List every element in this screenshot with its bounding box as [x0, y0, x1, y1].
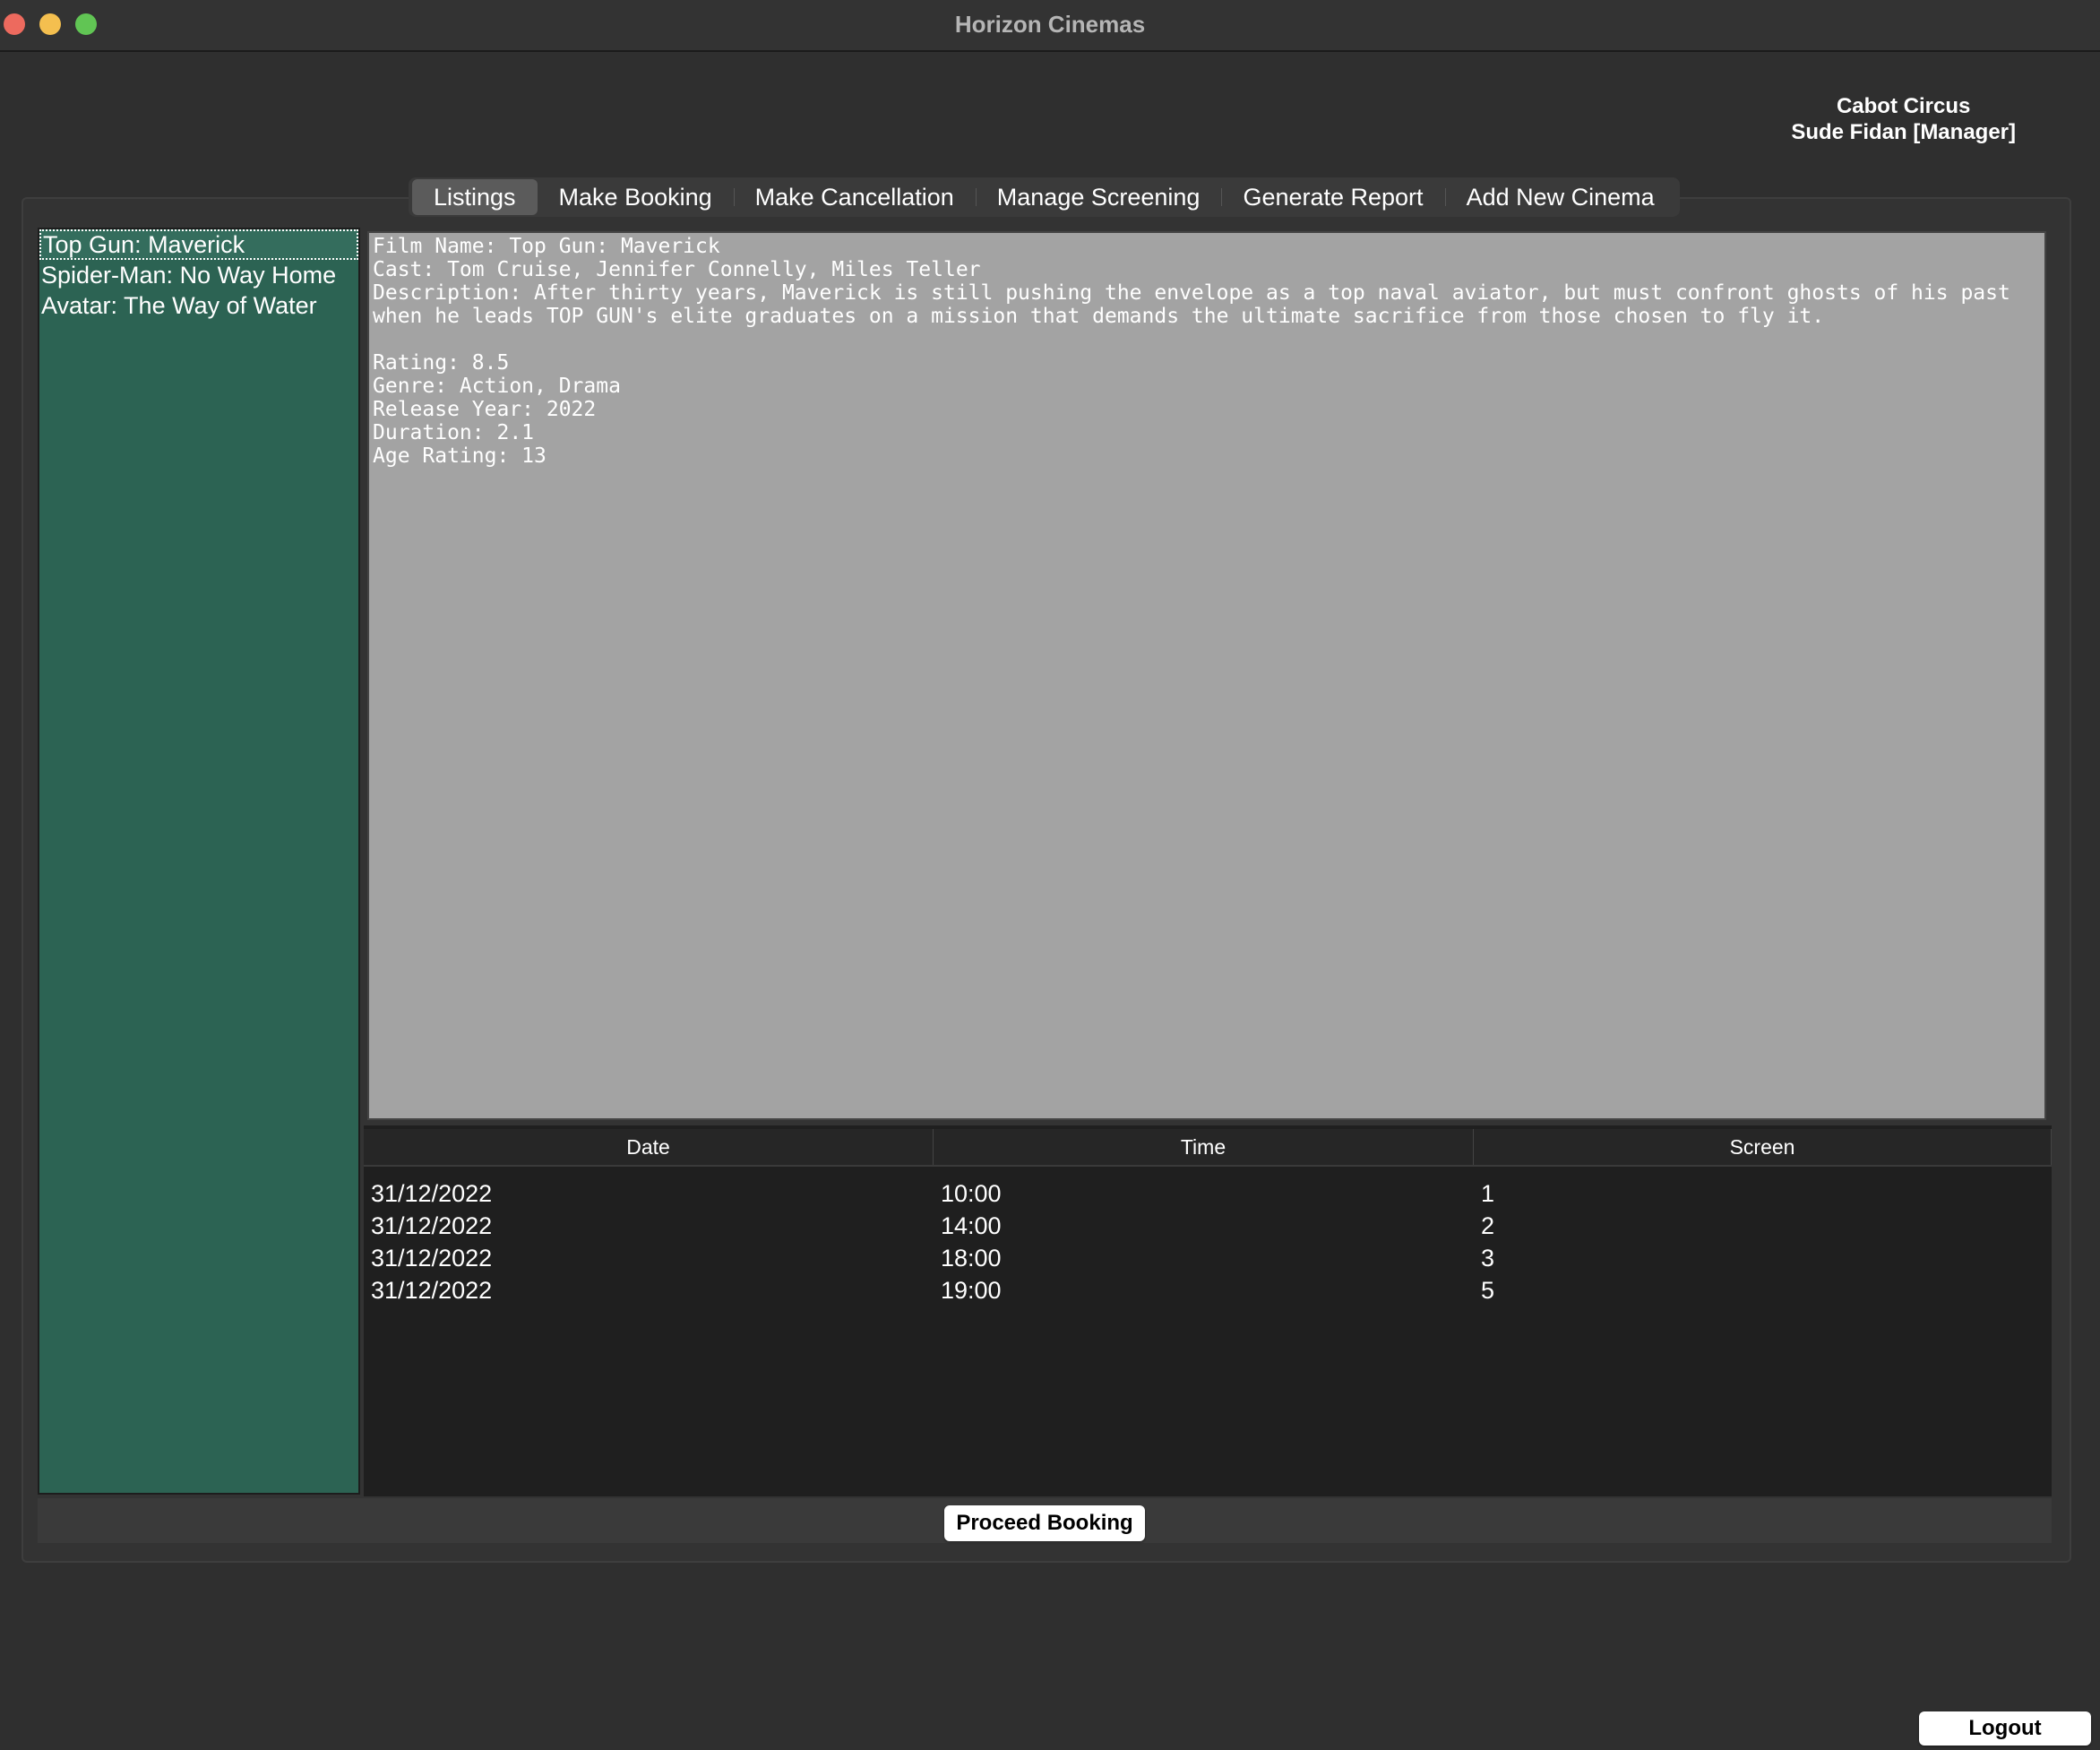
logout-button[interactable]: Logout [1919, 1711, 2091, 1746]
proceed-booking-button[interactable]: Proceed Booking [944, 1505, 1145, 1541]
cell-date: 31/12/2022 [371, 1180, 493, 1207]
tab-manage-screening[interactable]: Manage Screening [975, 179, 1222, 215]
cast-line: Cast: Tom Cruise, Jennifer Connelly, Mil… [373, 258, 981, 281]
rating-line: Rating: 8.5 [373, 351, 510, 375]
film-details-text[interactable]: Film Name: Top Gun: Maverick Cast: Tom C… [367, 231, 2046, 1120]
table-row[interactable]: 31/12/2022 18:00 3 [364, 1242, 2052, 1274]
cell-date: 31/12/2022 [371, 1277, 493, 1304]
tab-add-new-cinema[interactable]: Add New Cinema [1444, 179, 1676, 215]
app-window: Horizon Cinemas Cabot Circus Sude Fidan … [0, 0, 2100, 1750]
table-row[interactable]: 31/12/2022 10:00 1 [364, 1177, 2052, 1210]
table-header: Date Time Screen [364, 1129, 2052, 1167]
cell-time: 10:00 [941, 1180, 1002, 1207]
cell-date: 31/12/2022 [371, 1245, 493, 1272]
film-list-item[interactable]: Top Gun: Maverick [39, 229, 358, 260]
column-header-screen[interactable]: Screen [1474, 1129, 2052, 1165]
tab-listings[interactable]: Listings [412, 179, 538, 215]
table-row[interactable]: 31/12/2022 19:00 5 [364, 1274, 2052, 1306]
film-name-line: Film Name: Top Gun: Maverick [373, 235, 720, 258]
tab-make-booking[interactable]: Make Booking [538, 179, 734, 215]
window-title: Horizon Cinemas [954, 11, 1146, 38]
duration-line: Duration: 2.1 [373, 421, 535, 444]
cell-time: 19:00 [941, 1277, 1002, 1304]
film-list-item[interactable]: Spider-Man: No Way Home [39, 260, 358, 290]
cell-date: 31/12/2022 [371, 1212, 493, 1239]
column-header-date[interactable]: Date [364, 1129, 934, 1165]
description-line: Description: After thirty years, Maveric… [373, 281, 2023, 328]
table-row[interactable]: 31/12/2022 14:00 2 [364, 1210, 2052, 1242]
genre-line: Genre: Action, Drama [373, 375, 621, 398]
column-header-time[interactable]: Time [934, 1129, 1474, 1165]
table-body: 31/12/2022 10:00 1 31/12/2022 14:00 2 31… [364, 1177, 2052, 1306]
cell-time: 14:00 [941, 1212, 1002, 1239]
film-list[interactable]: Top Gun: Maverick Spider-Man: No Way Hom… [38, 228, 360, 1495]
cell-screen: 2 [1481, 1212, 1495, 1239]
cell-screen: 5 [1481, 1277, 1495, 1304]
cell-screen: 3 [1481, 1245, 1495, 1272]
age-rating-line: Age Rating: 13 [373, 444, 547, 468]
user-name: Sude Fidan [Manager] [1791, 120, 2016, 144]
tab-generate-report[interactable]: Generate Report [1221, 179, 1444, 215]
user-info: Cabot Circus Sude Fidan [Manager] [1791, 93, 2016, 145]
cell-time: 18:00 [941, 1245, 1002, 1272]
tab-make-cancellation[interactable]: Make Cancellation [733, 179, 976, 215]
screenings-table[interactable]: Date Time Screen 31/12/2022 10:00 1 31/1… [364, 1125, 2052, 1496]
cell-screen: 1 [1481, 1180, 1495, 1207]
cinema-name: Cabot Circus [1836, 94, 1971, 118]
film-list-item[interactable]: Avatar: The Way of Water [39, 290, 358, 321]
tab-bar: Listings Make Booking Make Cancellation … [409, 177, 1680, 217]
release-year-line: Release Year: 2022 [373, 398, 597, 421]
title-bar: Horizon Cinemas [0, 0, 2100, 52]
